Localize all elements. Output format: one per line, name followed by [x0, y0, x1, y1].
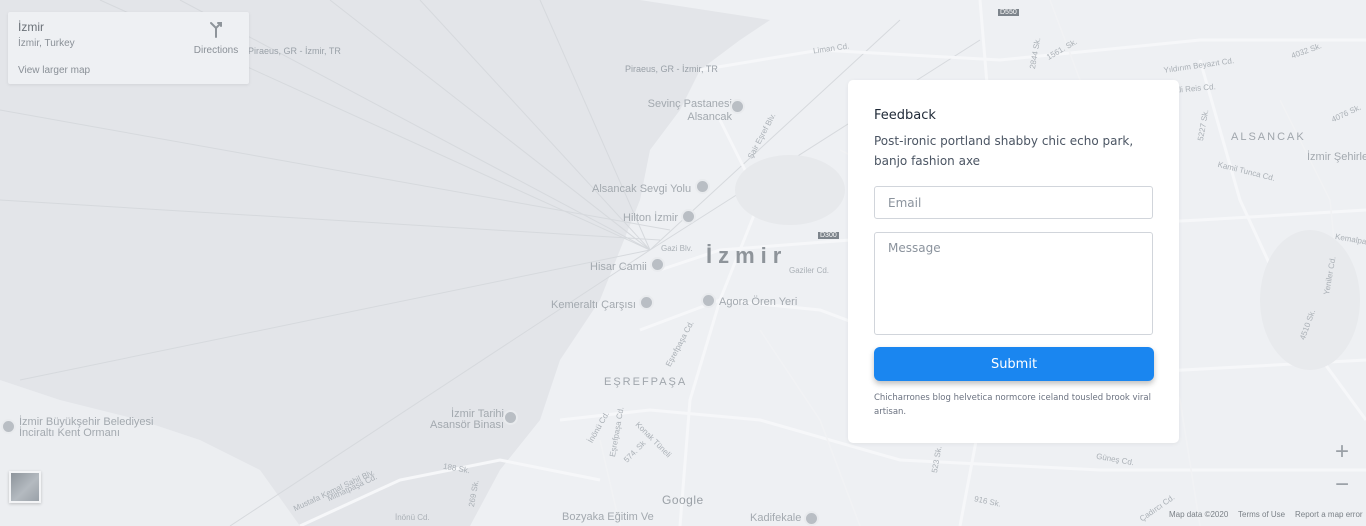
attraction-icon[interactable]	[695, 179, 710, 194]
hotel-icon[interactable]	[681, 209, 696, 224]
poi-label-sevgi-yolu: Alsancak Sevgi Yolu	[592, 183, 692, 195]
restaurant-icon[interactable]	[730, 99, 745, 114]
feedback-card: Feedback Post-ironic portland shabby chi…	[848, 80, 1179, 443]
view-larger-map-link[interactable]: View larger map	[18, 65, 90, 76]
poi-label-hisar: Hisar Camii	[590, 261, 647, 273]
map-data-attribution: Map data ©2020	[1169, 510, 1229, 519]
submit-button[interactable]: Submit	[874, 347, 1154, 381]
poi-label-sevinc: Sevinç Pastanesi Alsancak	[647, 98, 732, 123]
poi-label-asansor: İzmir Tarihi Asansör Binası	[430, 408, 504, 431]
street-label: Gaziler Cd.	[789, 266, 830, 275]
viewpoint-icon[interactable]	[804, 511, 819, 526]
district-label-alsancak: ALSANCAK	[1231, 131, 1306, 143]
google-logo: Google	[662, 493, 704, 507]
mosque-icon[interactable]	[650, 257, 665, 272]
directions-button[interactable]: Directions	[191, 20, 241, 56]
directions-label: Directions	[193, 45, 239, 56]
museum-icon[interactable]	[503, 410, 518, 425]
district-label-esrefpasa: EŞREFPAŞA	[604, 376, 688, 388]
feedback-title: Feedback	[874, 108, 936, 123]
shopping-icon[interactable]	[639, 295, 654, 310]
poi-label-agora: Agora Ören Yeri	[719, 296, 798, 308]
feedback-note: Chicharrones blog helvetica normcore ice…	[874, 393, 1151, 417]
route-label-piraeus-2: Piraeus, GR - İzmir, TR	[625, 64, 718, 74]
message-field[interactable]	[874, 232, 1153, 335]
city-label: İzmir	[706, 243, 788, 268]
road-shield-d550: D550	[998, 9, 1019, 16]
map-infobox: İzmir İzmir, Turkey View larger map Dire…	[8, 12, 249, 84]
zoom-in-button[interactable]: +	[1328, 439, 1356, 467]
street-label: İnönü Cd.	[395, 513, 430, 522]
zoom-out-button[interactable]: −	[1328, 472, 1356, 500]
poi-label-bozyaka: Bozyaka Eğitim Ve	[562, 511, 654, 523]
poi-label-izmir-sehirler: İzmir Şehirle	[1307, 151, 1366, 163]
poi-label-buyuksehir: İzmir Büyükşehir Belediyesi İnciraltı Ke…	[19, 416, 154, 439]
landmark-icon[interactable]	[701, 293, 716, 308]
place-subtitle: İzmir, Turkey	[18, 38, 75, 49]
park-icon[interactable]	[1, 419, 16, 434]
email-field[interactable]	[874, 186, 1153, 219]
report-map-error-link[interactable]: Report a map error	[1295, 510, 1363, 519]
road-shield-d300: D300	[818, 232, 839, 239]
directions-icon	[210, 22, 222, 38]
poi-label-hilton: Hilton İzmir	[623, 212, 679, 224]
feedback-description: Post-ironic portland shabby chic echo pa…	[874, 134, 1134, 168]
satellite-toggle-button[interactable]	[9, 471, 41, 503]
place-name: İzmir	[18, 20, 44, 34]
street-label: Gazi Blv.	[661, 244, 693, 253]
route-label-piraeus-1: Piraeus, GR - İzmir, TR	[248, 46, 341, 56]
poi-label-kadifekale: Kadifekale	[750, 512, 802, 524]
poi-label-kemeralti: Kemeraltı Çarşısı	[551, 299, 636, 311]
terms-of-use-link[interactable]: Terms of Use	[1238, 510, 1285, 519]
